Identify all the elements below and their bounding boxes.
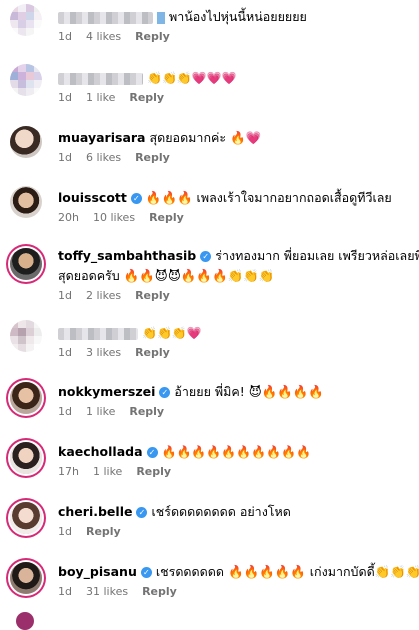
likes-count[interactable]: 6 likes	[86, 151, 121, 164]
comment-time: 20h	[58, 211, 79, 224]
comment-text: 👏👏👏💗💗💗	[147, 71, 237, 85]
comment-text: 🔥🔥🔥🔥🔥🔥🔥🔥🔥🔥	[161, 445, 311, 459]
username[interactable]: louisscott	[58, 190, 127, 205]
likes-count[interactable]: 1 like	[93, 465, 122, 478]
username[interactable]: muayarisara	[58, 130, 145, 145]
comment-text: สุดยอดมากค่ะ 🔥💗	[149, 130, 262, 145]
likes-count[interactable]: 1 like	[86, 405, 115, 418]
comment-time: 17h	[58, 465, 79, 478]
comment-text: พาน้องไปหุ่นนี้หน่อยยยยย	[169, 9, 307, 24]
verified-badge-icon: ✓	[136, 507, 148, 518]
reply-button[interactable]: Reply	[135, 346, 170, 359]
avatar[interactable]	[10, 502, 42, 534]
username[interactable]: boy_pisanu	[58, 564, 137, 579]
avatar[interactable]	[10, 248, 42, 280]
comment-time: 1d	[58, 585, 72, 598]
avatar[interactable]	[10, 382, 42, 414]
username[interactable]: kaechollada	[58, 444, 143, 459]
reply-button[interactable]: Reply	[86, 525, 121, 538]
avatar[interactable]	[10, 562, 42, 594]
username[interactable]: toffy_sambahthasib	[58, 248, 196, 263]
likes-count[interactable]: 31 likes	[86, 585, 128, 598]
reply-button[interactable]: Reply	[142, 585, 177, 598]
comment-text: เชร์ดดดดดดดด อย่างโหด	[151, 504, 291, 519]
username[interactable]: cheri.belle	[58, 504, 132, 519]
comment-text: 👏👏👏💗	[142, 326, 202, 340]
verified-badge-icon: ✓	[200, 251, 212, 262]
reply-button[interactable]: Reply	[129, 91, 164, 104]
avatar[interactable]	[10, 4, 42, 36]
avatar[interactable]	[10, 320, 42, 352]
blurred-username[interactable]	[58, 72, 143, 85]
comment-time: 1d	[58, 289, 72, 302]
reply-button[interactable]: Reply	[129, 405, 164, 418]
comment-text: เชรดดดดดด 🔥🔥🔥🔥🔥 เก่งมากบัดดี้👏👏👏	[155, 564, 419, 579]
blurred-username	[157, 11, 165, 24]
reply-button[interactable]: Reply	[149, 211, 184, 224]
reply-button[interactable]: Reply	[135, 289, 170, 302]
comment-time: 1d	[58, 405, 72, 418]
verified-badge-icon: ✓	[130, 193, 142, 204]
reply-button[interactable]: Reply	[135, 151, 170, 164]
verified-badge-icon: ✓	[146, 447, 158, 458]
comment-text: ร่างทองมาก พี่ยอมเลย เพรียวหล่อเลยพี่มิค	[215, 248, 419, 263]
blurred-username[interactable]	[58, 11, 153, 24]
likes-count[interactable]: 2 likes	[86, 289, 121, 302]
comment-text: อ้ายยย พี่มิค! 😈🔥🔥🔥🔥	[174, 384, 324, 399]
verified-badge-icon: ✓	[159, 387, 171, 398]
reply-button[interactable]: Reply	[135, 30, 170, 43]
comment-text: 🔥🔥🔥 เพลงเร้าใจมากอยากถอดเสื้อดูทีวีเลย	[145, 190, 392, 205]
comment-time: 1d	[58, 151, 72, 164]
comment-time: 1d	[58, 91, 72, 104]
comment-time: 1d	[58, 346, 72, 359]
blurred-username[interactable]	[58, 327, 138, 340]
likes-count[interactable]: 10 likes	[93, 211, 135, 224]
likes-count[interactable]: 1 like	[86, 91, 115, 104]
avatar[interactable]	[10, 64, 42, 96]
verified-badge-icon: ✓	[140, 567, 152, 578]
comments-list: พาน้องไปหุ่นนี้หน่อยยยยย 1d 4 likes Reply …	[0, 0, 419, 630]
avatar[interactable]	[16, 612, 34, 630]
comment-time: 1d	[58, 525, 72, 538]
likes-count[interactable]: 4 likes	[86, 30, 121, 43]
username[interactable]: nokkymerszei	[58, 384, 155, 399]
reply-button[interactable]: Reply	[136, 465, 171, 478]
comment-text-continued: สุดยอดครับ 🔥🔥😈😈🔥🔥🔥👏👏👏	[58, 268, 275, 283]
avatar[interactable]	[10, 442, 42, 474]
comment-time: 1d	[58, 30, 72, 43]
avatar[interactable]	[10, 126, 42, 158]
avatar[interactable]	[10, 186, 42, 218]
likes-count[interactable]: 3 likes	[86, 346, 121, 359]
